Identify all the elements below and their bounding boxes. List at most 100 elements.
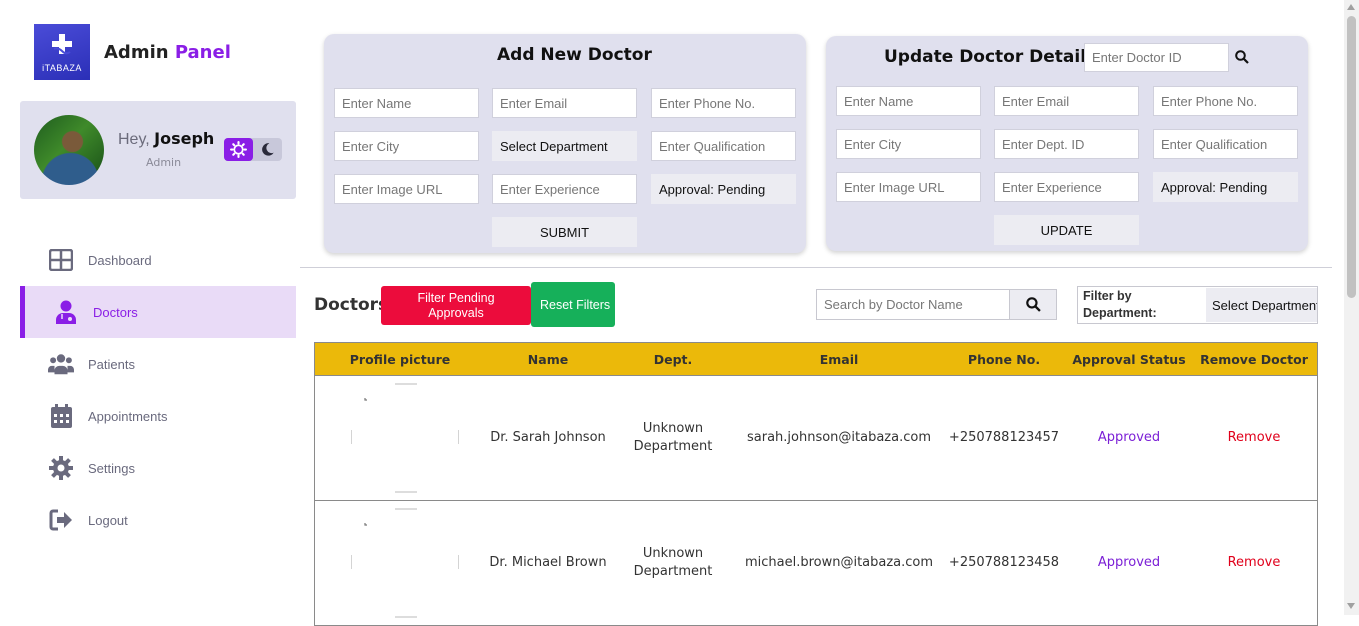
doctor-search: Search by Doctor Name xyxy=(816,289,1057,320)
column-header: Email xyxy=(819,351,859,367)
update-experience-field[interactable]: Enter Experience xyxy=(994,172,1139,202)
doctor-phone: +250788123457 xyxy=(948,430,1060,445)
update-image-url-field[interactable]: Enter Image URL xyxy=(836,172,981,202)
search-icon xyxy=(1025,297,1041,312)
logo-text: iTABAZA xyxy=(42,63,82,73)
image-url-field[interactable]: Enter Image URL xyxy=(334,174,479,204)
doctor-id-search-button[interactable] xyxy=(1231,46,1253,68)
doctor-id-input[interactable]: Enter Doctor ID xyxy=(1084,43,1229,72)
update-dept-id-field[interactable]: Enter Dept. ID xyxy=(994,129,1139,159)
update-email-field[interactable]: Enter Email xyxy=(994,86,1139,116)
doctor-email: michael.brown@itabaza.com xyxy=(744,555,934,570)
sidebar-item-settings[interactable]: Settings xyxy=(20,442,296,494)
logo: iTABAZA xyxy=(34,24,90,80)
brand: iTABAZA Admin Panel xyxy=(34,24,231,80)
broken-image-icon xyxy=(351,383,459,493)
greeting: Hey, Joseph xyxy=(118,129,214,149)
avatar xyxy=(34,115,104,185)
sidebar-item-dashboard[interactable]: Dashboard xyxy=(20,234,296,286)
add-doctor-title: Add New Doctor xyxy=(497,45,652,65)
sidebar-item-label: Patients xyxy=(88,356,135,372)
sun-icon xyxy=(230,141,247,158)
dashboard-icon xyxy=(48,247,74,273)
sidebar-item-appointments[interactable]: Appointments xyxy=(20,390,296,442)
greeting-text: Hey, xyxy=(118,131,155,148)
sidebar-item-label: Settings xyxy=(88,460,135,476)
department-filter-select[interactable]: Select Department xyxy=(1206,288,1317,322)
brand-title-accent: Panel xyxy=(174,41,231,63)
remove-doctor-button[interactable]: Remove xyxy=(1193,429,1315,447)
update-name-field[interactable]: Enter Name xyxy=(836,86,981,116)
moon-icon xyxy=(262,143,274,156)
doctor-phone: +250788123458 xyxy=(948,555,1060,570)
department-filter: Filter by Department: Select Department xyxy=(1077,286,1318,324)
gear-icon xyxy=(48,455,74,481)
approval-status: Approved xyxy=(1097,555,1161,570)
doctor-department: Unknown Department xyxy=(633,421,713,454)
section-divider xyxy=(300,267,1332,268)
sidebar-item-label: Doctors xyxy=(93,304,138,320)
submit-button[interactable]: SUBMIT xyxy=(492,217,637,247)
scroll-up-arrow-icon[interactable] xyxy=(1347,4,1355,10)
doctor-name: Dr. Sarah Johnson xyxy=(490,430,606,445)
phone-field[interactable]: Enter Phone No. xyxy=(651,88,796,118)
table-header: Profile picture Name Dept. Email Phone N… xyxy=(315,343,1317,376)
dark-mode-button[interactable] xyxy=(253,138,282,161)
city-field[interactable]: Enter City xyxy=(334,131,479,161)
scrollbar-thumb[interactable] xyxy=(1347,16,1356,298)
qualification-field[interactable]: Enter Qualification xyxy=(651,131,796,161)
light-mode-button[interactable] xyxy=(224,138,253,161)
user-role: Admin xyxy=(146,156,182,169)
table-row: Dr. Sarah Johnson Unknown Department sar… xyxy=(315,376,1317,501)
update-phone-field[interactable]: Enter Phone No. xyxy=(1153,86,1298,116)
update-button[interactable]: UPDATE xyxy=(994,215,1139,245)
profile-picture-cell xyxy=(315,508,485,618)
broken-image-icon xyxy=(351,508,459,618)
doctors-section-title: Doctors xyxy=(314,295,389,315)
update-approval-select[interactable]: Approval: Pending xyxy=(1153,172,1298,202)
sidebar: iTABAZA Admin Panel Hey, Joseph Admin Da… xyxy=(0,0,300,615)
logout-icon xyxy=(48,507,74,533)
page-scrollbar[interactable] xyxy=(1344,0,1359,615)
doctors-table: Profile picture Name Dept. Email Phone N… xyxy=(314,342,1318,626)
department-select[interactable]: Select Department xyxy=(492,131,637,161)
scroll-down-arrow-icon[interactable] xyxy=(1347,603,1355,609)
sidebar-item-logout[interactable]: Logout xyxy=(20,494,296,546)
email-field[interactable]: Enter Email xyxy=(492,88,637,118)
doctor-name: Dr. Michael Brown xyxy=(489,555,607,570)
approval-status: Approved xyxy=(1097,430,1161,445)
name-field[interactable]: Enter Name xyxy=(334,88,479,118)
sidebar-item-label: Logout xyxy=(88,512,128,528)
calendar-icon xyxy=(48,403,74,429)
profile-card: Hey, Joseph Admin xyxy=(20,101,296,199)
profile-picture-cell xyxy=(315,383,485,493)
column-header: Remove Doctor xyxy=(1200,351,1308,367)
sidebar-nav: Dashboard Doctors Patients Appointments … xyxy=(20,234,296,546)
column-header: Approval Status xyxy=(1072,351,1186,367)
brand-title: Admin Panel xyxy=(104,42,231,63)
patients-icon xyxy=(48,351,74,377)
approval-select[interactable]: Approval: Pending xyxy=(651,174,796,204)
brand-title-main: Admin xyxy=(104,41,175,63)
filter-pending-button[interactable]: Filter Pending Approvals xyxy=(381,286,531,325)
update-city-field[interactable]: Enter City xyxy=(836,129,981,159)
search-icon xyxy=(1235,50,1249,64)
remove-doctor-button[interactable]: Remove xyxy=(1193,554,1315,572)
user-name: Joseph xyxy=(154,129,215,148)
theme-toggle[interactable] xyxy=(224,138,282,161)
experience-field[interactable]: Enter Experience xyxy=(492,174,637,204)
sidebar-item-doctors[interactable]: Doctors xyxy=(20,286,296,338)
column-header: Profile picture xyxy=(349,351,451,367)
sidebar-item-label: Appointments xyxy=(88,408,168,424)
doctor-search-button[interactable] xyxy=(1010,290,1056,319)
department-filter-label: Filter by Department: xyxy=(1083,289,1157,320)
doctor-search-input[interactable]: Search by Doctor Name xyxy=(817,290,1010,319)
sidebar-item-patients[interactable]: Patients xyxy=(20,338,296,390)
doctor-email: sarah.johnson@itabaza.com xyxy=(746,430,931,445)
doctor-icon xyxy=(53,299,79,325)
column-header: Phone No. xyxy=(967,351,1041,367)
update-qualification-field[interactable]: Enter Qualification xyxy=(1153,129,1298,159)
column-header: Dept. xyxy=(653,351,693,367)
reset-filters-button[interactable]: Reset Filters xyxy=(531,282,615,327)
doctor-department: Unknown Department xyxy=(633,546,713,579)
